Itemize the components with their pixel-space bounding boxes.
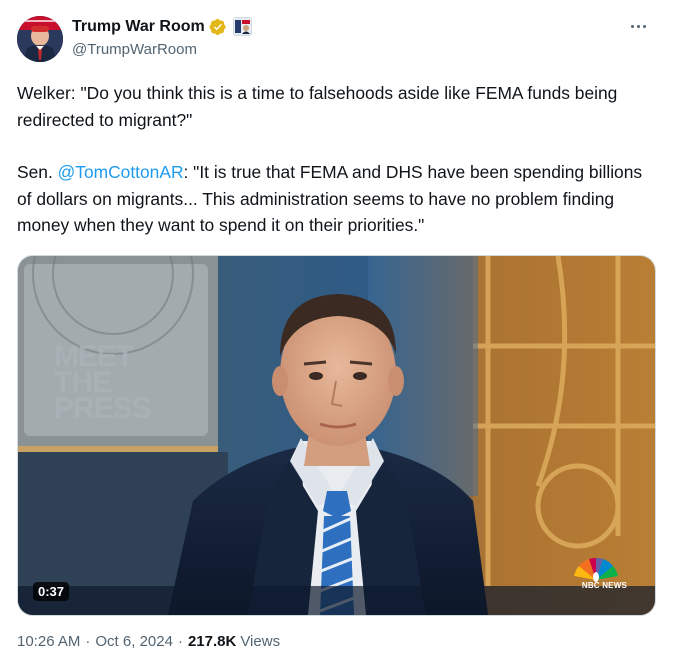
meta-separator: · xyxy=(85,633,91,650)
video-player[interactable]: MEET THE PRESS NBC NEWS 0:37 xyxy=(17,255,656,616)
tweet-line-1: Welker: "Do you think this is a time to … xyxy=(17,83,618,130)
tweet-line-2-prefix: Sen. xyxy=(17,162,58,182)
tweet-card: Trump War Room @TrumpWarRoom Welker: "Do… xyxy=(0,0,676,665)
meet-the-press-sign: MEET THE PRESS xyxy=(54,340,152,425)
tweet-text: Welker: "Do you think this is a time to … xyxy=(17,80,657,239)
meta-separator: · xyxy=(177,633,183,650)
views-label: Views xyxy=(240,633,281,650)
tweet-line-2: Sen. @TomCottonAR: "It is true that FEMA… xyxy=(17,159,657,239)
tweet-meta: 10:26 AM · Oct 6, 2024 · 217.8K Views xyxy=(17,633,280,650)
timestamp-time[interactable]: 10:26 AM xyxy=(17,633,80,650)
video-frame xyxy=(18,256,655,615)
mention-link[interactable]: @TomCottonAR xyxy=(58,162,184,182)
handle[interactable]: @TrumpWarRoom xyxy=(72,41,197,58)
video-duration: 0:37 xyxy=(33,582,70,601)
views-count[interactable]: 217.8K xyxy=(188,633,236,650)
verified-badge-icon[interactable] xyxy=(209,18,227,36)
avatar[interactable] xyxy=(17,16,63,62)
more-options-icon[interactable] xyxy=(626,14,650,38)
nbc-news-logo-text: NBC NEWS xyxy=(581,581,627,590)
timestamp-date[interactable]: Oct 6, 2024 xyxy=(95,633,173,650)
display-name[interactable]: Trump War Room xyxy=(72,18,205,36)
affiliate-badge-icon[interactable] xyxy=(232,17,252,36)
